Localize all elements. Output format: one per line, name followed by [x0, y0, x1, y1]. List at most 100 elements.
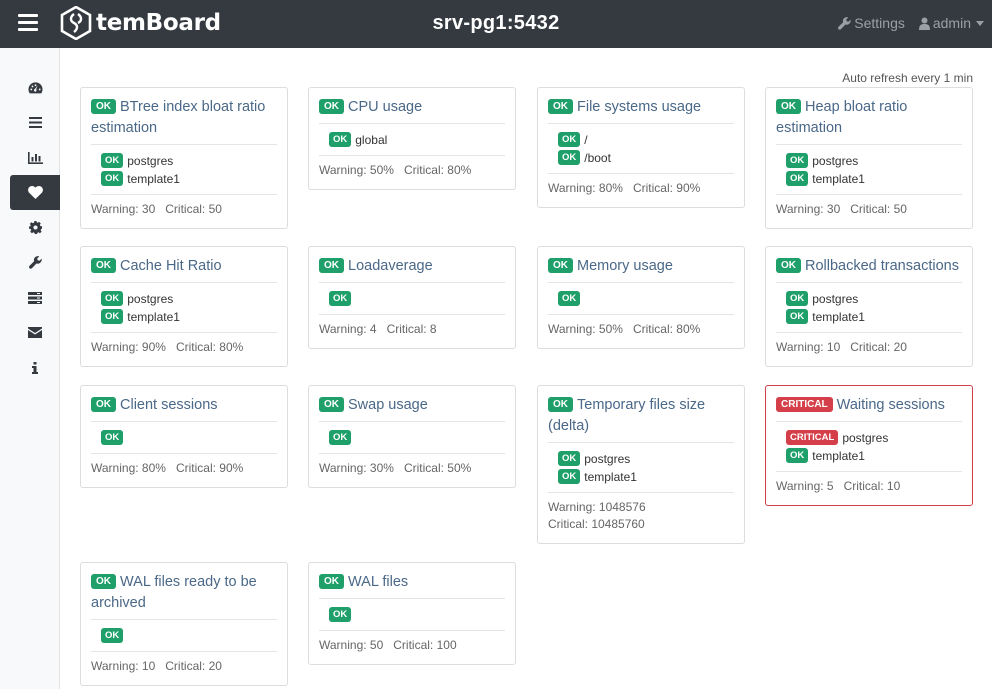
ok-badge: OK [319, 258, 344, 273]
sidebar-item-pg-stat-statements[interactable] [10, 280, 60, 315]
card-title[interactable]: OK Memory usage [548, 256, 734, 283]
card-item-label: postgres [842, 431, 889, 445]
sidebar-item-configuration[interactable] [10, 210, 60, 245]
card-title[interactable]: OK Client sessions [91, 395, 277, 422]
ok-badge: OK [329, 291, 352, 306]
status-card: OK BTree index bloat ratio estimation OK po… [80, 87, 288, 229]
warning-threshold: Warning: 30 [91, 202, 156, 216]
card-title-text: Cache Hit Ratio [120, 258, 222, 274]
card-title-text: Loadaverage [348, 258, 433, 274]
card-title[interactable]: OK WAL files ready to be archived [91, 572, 277, 620]
warning-threshold: Warning: 30 [776, 202, 841, 216]
card-item: OK [101, 429, 277, 447]
ok-badge: OK [101, 309, 124, 324]
critical-threshold: Critical: 80% [632, 322, 701, 336]
card-thresholds: Warning: 1048576 Critical: 10485760 [548, 493, 734, 533]
card-item: OK template1 [786, 170, 962, 188]
card-title[interactable]: OK File systems usage [548, 97, 734, 124]
card-item: OK [329, 606, 505, 624]
sidebar-item-activity[interactable] [10, 105, 60, 140]
card-title-text: CPU usage [348, 99, 423, 115]
chevron-down-icon [976, 20, 984, 26]
ok-badge: OK [91, 574, 116, 589]
card-title[interactable]: OK Rollbacked transactions [776, 256, 962, 283]
ok-badge: OK [786, 153, 809, 168]
dashboard-icon [27, 82, 43, 94]
server-icon [28, 291, 42, 304]
critical-threshold: Critical: 50 [850, 202, 907, 216]
status-card: OK Heap bloat ratio estimation OK postgres O… [765, 87, 973, 229]
user-menu[interactable]: admin [918, 15, 984, 31]
critical-threshold: Critical: 20 [850, 340, 907, 354]
card-title[interactable]: OK CPU usage [319, 97, 505, 124]
ok-badge: OK [91, 397, 116, 412]
card-item: OK [329, 429, 505, 447]
settings-link[interactable]: Settings [838, 15, 905, 31]
card-title[interactable]: OK Cache Hit Ratio [91, 256, 277, 283]
critical-badge: CRITICAL [776, 397, 833, 412]
card-title[interactable]: OK Heap bloat ratio estimation [776, 97, 962, 145]
card-title[interactable]: CRITICAL Waiting sessions [776, 395, 962, 422]
card-item: OK postgres [101, 290, 277, 308]
card-items: OK postgres OK template1 [91, 283, 277, 333]
card-item-label: template1 [812, 449, 865, 463]
sidebar-item-monitoring[interactable] [10, 140, 60, 175]
critical-threshold: Critical: 10485760 [548, 517, 645, 531]
ok-badge: OK [329, 607, 352, 622]
sidebar-item-status[interactable] [10, 175, 60, 210]
card-items: OK postgres OK template1 [776, 145, 962, 195]
critical-badge: CRITICAL [786, 430, 839, 445]
user-icon [918, 17, 930, 30]
ok-badge: OK [91, 99, 116, 114]
ok-badge: OK [776, 99, 801, 114]
card-item: OK [329, 290, 505, 308]
card-title[interactable]: OK Swap usage [319, 395, 505, 422]
warning-threshold: Warning: 50% [548, 322, 623, 336]
card-title[interactable]: OK Temporary files size (delta) [548, 395, 734, 443]
ok-badge: OK [319, 99, 344, 114]
warning-threshold: Warning: 5 [776, 479, 834, 493]
activity-icon [28, 117, 42, 128]
card-item-label: postgres [127, 154, 174, 168]
warning-threshold: Warning: 10 [91, 659, 156, 673]
card-items: OK [91, 620, 277, 652]
card-title[interactable]: OK BTree index bloat ratio estimation [91, 97, 277, 145]
card-title[interactable]: OK Loadaverage [319, 256, 505, 283]
card-item: OK/boot [558, 149, 734, 167]
ok-badge: OK [329, 132, 352, 147]
sidebar-item-dashboard[interactable] [10, 70, 60, 105]
card-item-label: template1 [812, 310, 865, 324]
wrench-icon [28, 256, 42, 269]
critical-threshold: Critical: 10 [843, 479, 901, 493]
card-thresholds: Warning: 50 Critical: 100 [319, 631, 505, 654]
ok-badge: OK [786, 309, 809, 324]
ok-badge: OK [786, 448, 809, 463]
card-item: OK postgres [786, 152, 962, 170]
card-title-text: Swap usage [348, 397, 428, 413]
ok-badge: OK [558, 469, 581, 484]
card-title[interactable]: OK WAL files [319, 572, 505, 599]
ok-badge: OK [319, 574, 344, 589]
warning-threshold: Warning: 80% [548, 181, 623, 195]
status-card: OK Loadaverage OK Warning: 4 Critical: 8 [308, 246, 516, 349]
card-items: OK [91, 422, 277, 454]
warning-threshold: Warning: 80% [91, 461, 166, 475]
sidebar-item-about[interactable] [10, 350, 60, 385]
ok-badge: OK [558, 132, 581, 147]
card-title-text: Client sessions [120, 397, 218, 413]
sidebar-item-notifications[interactable] [10, 315, 60, 350]
critical-threshold: Critical: 80% [175, 340, 244, 354]
card-item: OK template1 [558, 468, 734, 486]
heart-icon [27, 186, 43, 199]
card-item-label: postgres [584, 452, 631, 466]
card-item-label: global [355, 133, 388, 147]
sidebar-item-maintenance[interactable] [10, 245, 60, 280]
ok-badge: OK [101, 430, 124, 445]
ok-badge: OK [786, 171, 809, 186]
card-thresholds: Warning: 30 Critical: 50 [91, 195, 277, 218]
card-item: OK [101, 627, 277, 645]
card-item-label: template1 [584, 470, 637, 484]
card-title-text: BTree index bloat ratio estimation [91, 99, 266, 136]
critical-threshold: Critical: 90% [632, 181, 701, 195]
monitoring-icon [27, 151, 43, 164]
